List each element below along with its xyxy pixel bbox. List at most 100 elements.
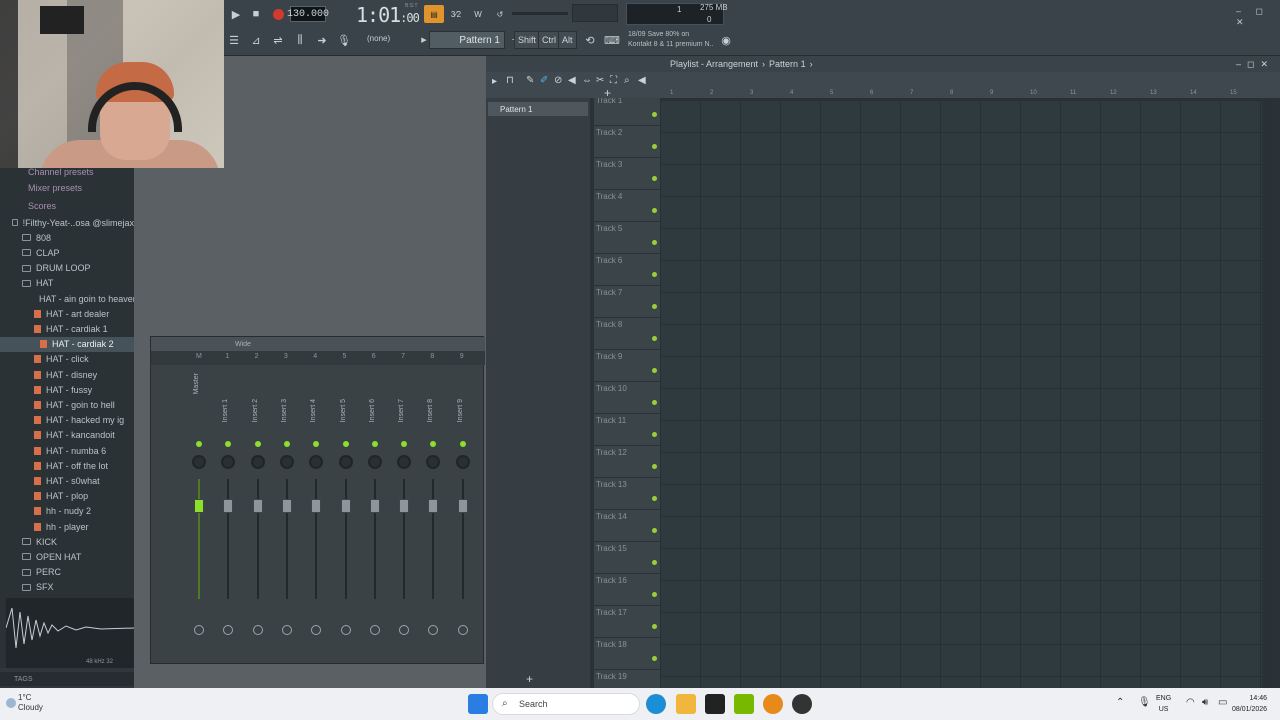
pan-knob[interactable] [250,455,265,469]
battery-icon[interactable]: ▭ [1218,697,1227,708]
taskbar-search[interactable]: ⌕ Search [492,693,640,715]
browser-item[interactable]: DRUM LOOP [0,261,134,276]
undo-icon[interactable]: ⟲ [580,30,600,50]
master-volume-slider[interactable] [512,12,568,15]
timeline-ruler[interactable]: 1 2 3 4 5 6 7 8 9 10 11 12 13 14 15 [666,90,1266,100]
strip-enable-led[interactable] [371,441,378,447]
zoom-icon[interactable]: ⌕ [624,75,630,86]
browser-item[interactable]: KICK [0,534,134,549]
weather-widget[interactable]: 1°C Cloudy [18,693,43,713]
route-icon[interactable] [252,625,263,635]
browser-item[interactable]: HAT - cardiak 2 [0,336,134,352]
delete-icon[interactable]: ⊘ [554,75,562,86]
volume-icon[interactable]: 🔊︎ [1202,697,1208,708]
pattern-item[interactable]: Pattern 1 [488,102,588,116]
chevron-up-icon[interactable]: ⌃ [1116,697,1124,708]
track-header[interactable]: Track 17 [594,606,660,638]
track-active-led[interactable] [652,624,657,629]
strip-enable-led[interactable] [225,441,232,447]
route-icon[interactable] [311,625,322,635]
browser-item[interactable]: HAT - hacked my ig [0,413,134,428]
pan-knob[interactable] [367,455,382,469]
ctrl-button[interactable]: Ctrl [538,31,560,49]
track-header[interactable]: Track 5 [594,222,660,254]
slip-icon[interactable]: ⇔ [582,75,592,86]
track-header[interactable]: Track 15 [594,542,660,574]
volume-fader[interactable] [399,499,410,513]
browser-item[interactable]: HAT - kancandoit [0,428,134,443]
browser-item[interactable]: HAT - s0what [0,473,134,488]
stop-icon[interactable]: ■ [246,4,266,24]
browser-item[interactable]: HAT - cardiak 1 [0,321,134,336]
track-active-led[interactable] [652,304,657,309]
browser-item[interactable]: Mixer presets [0,180,134,195]
track-active-led[interactable] [652,464,657,469]
playlist-pattern[interactable]: Pattern 1 [769,59,806,69]
menu-icon[interactable]: ☰ [224,30,244,50]
strip-enable-led[interactable] [313,441,320,447]
strip-enable-led[interactable] [459,441,466,447]
microphone-tray-icon[interactable]: 🎙︎ [1138,697,1151,708]
volume-fader[interactable] [281,499,292,513]
mixer-insert-strip[interactable]: 7 Insert 7 [392,353,418,659]
playback-icon[interactable]: ◀ [638,75,646,86]
track-header[interactable]: Track 13 [594,478,660,510]
playlist-titlebar[interactable]: Playlist - Arrangement › Pattern 1 › –◻✕ [486,56,1280,72]
system-clock[interactable]: 14:46 08/01/2026 [1232,693,1267,715]
browser-item[interactable]: OPEN HAT [0,549,134,564]
snap-icon[interactable]: ⊿ [246,30,266,50]
track-header[interactable]: Track 16 [594,574,660,606]
track-header[interactable]: Track 7 [594,286,660,318]
strip-enable-led[interactable] [342,441,349,447]
mixer-insert-strip[interactable]: 1 Insert 1 [216,353,242,659]
fl-studio-icon[interactable] [763,694,783,714]
shift-button[interactable]: Shift [514,31,541,49]
mixer-master-strip[interactable]: M Master [187,353,213,659]
browser-item[interactable]: hh - nudy 2 [0,504,134,519]
record-button[interactable] [268,4,288,24]
pencil-icon[interactable]: ✎ [526,75,534,86]
wifi-icon[interactable]: ◠ [1186,697,1195,708]
alt-button[interactable]: Alt [558,31,577,49]
browser-item[interactable]: hh - player [0,519,134,534]
weather-icon[interactable] [6,698,16,708]
strip-enable-led[interactable] [196,441,202,447]
pan-knob[interactable] [279,455,294,469]
browser-item[interactable]: HAT - plop [0,489,134,504]
track-active-led[interactable] [652,560,657,565]
track-active-led[interactable] [652,496,657,501]
track-active-led[interactable] [652,112,657,117]
microphone-icon[interactable]: 🎙︎ [334,30,354,50]
mixer-icon[interactable]: ⫼ [290,30,310,50]
playlist-icon[interactable]: ⇌ [268,30,288,50]
none-selector[interactable]: (none) [367,34,390,43]
play-icon[interactable]: ▶ [226,4,246,24]
wait-icon[interactable]: W [468,5,488,23]
nvidia-icon[interactable] [734,694,754,714]
mixer-insert-strip[interactable]: 9 Insert 9 [451,353,477,659]
track-active-led[interactable] [652,528,657,533]
loop-record-icon[interactable]: ↺ [490,5,510,23]
pan-knob[interactable] [455,455,470,469]
volume-fader[interactable] [340,499,351,513]
browser-item[interactable]: SFX [0,580,134,595]
track-header[interactable]: Track 1 [594,98,660,126]
window-controls[interactable]: – ◻ ✕ [1236,6,1280,28]
mixer-insert-strip[interactable]: 5 Insert 5 [334,353,360,659]
keyboard-icon[interactable]: ⌨ [602,30,622,50]
browser-item[interactable]: 808 [0,230,134,245]
pan-knob[interactable] [397,455,412,469]
pan-knob[interactable] [309,455,324,469]
track-active-led[interactable] [652,272,657,277]
pan-knob[interactable] [426,455,441,469]
strip-enable-led[interactable] [430,441,437,447]
mixer-insert-strip[interactable]: 3 Insert 3 [275,353,301,659]
obs-icon[interactable] [792,694,812,714]
pan-knob[interactable] [192,455,206,469]
track-header[interactable]: Track 14 [594,510,660,542]
brush-icon[interactable]: ✐ [540,75,548,86]
slice-icon[interactable]: ✂ [596,75,604,86]
track-header[interactable]: Track 2 [594,126,660,158]
track-header[interactable]: Track 11 [594,414,660,446]
track-active-led[interactable] [652,240,657,245]
